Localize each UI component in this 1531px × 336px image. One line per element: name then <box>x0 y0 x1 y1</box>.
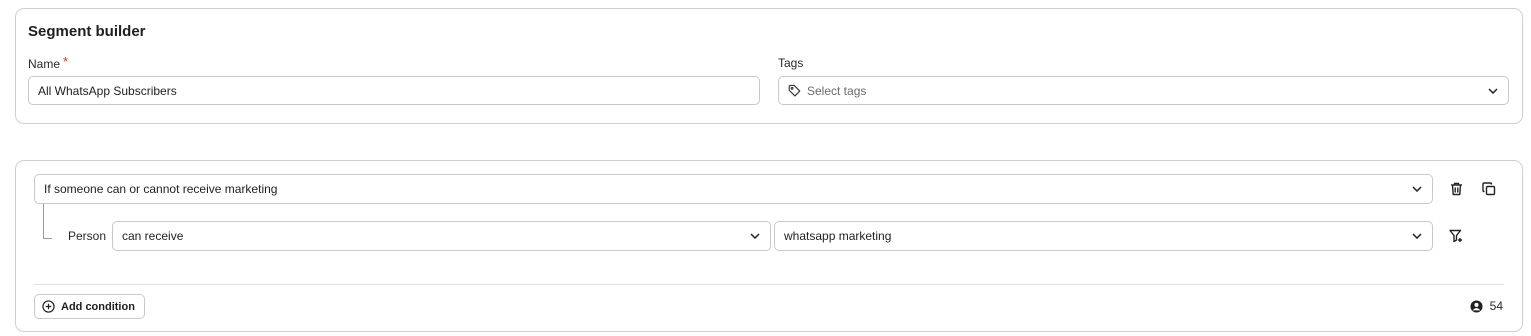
trash-icon <box>1450 182 1463 196</box>
delete-condition-button[interactable] <box>1445 178 1467 200</box>
name-label-wrap: Name * <box>28 54 69 71</box>
name-input-value: All WhatsApp Subscribers <box>38 83 177 98</box>
chevron-down-icon <box>750 231 760 241</box>
filter-add-icon <box>1449 229 1463 243</box>
user-circle-icon <box>1470 299 1490 313</box>
channel-select[interactable]: whatsapp marketing <box>774 221 1433 251</box>
tags-placeholder: Select tags <box>807 83 867 98</box>
chevron-down-icon <box>1488 86 1498 96</box>
plus-circle-icon <box>42 300 61 313</box>
operator-select[interactable]: can receive <box>112 221 771 251</box>
copy-icon <box>1482 182 1496 196</box>
name-label: Name <box>28 57 61 71</box>
name-input[interactable]: All WhatsApp Subscribers <box>28 76 760 105</box>
channel-value: whatsapp marketing <box>784 229 892 243</box>
page-title: Segment builder <box>28 23 146 40</box>
chevron-down-icon <box>1412 184 1422 194</box>
conditions-card: If someone can or cannot receive marketi… <box>15 160 1523 332</box>
required-mark: * <box>63 54 69 69</box>
tag-icon <box>788 84 801 97</box>
condition-type-select[interactable]: If someone can or cannot receive marketi… <box>34 174 1433 204</box>
chevron-down-icon <box>1412 231 1422 241</box>
add-condition-button[interactable]: Add condition <box>34 294 145 319</box>
tree-connector <box>43 204 52 239</box>
add-filter-button[interactable] <box>1445 225 1467 247</box>
add-condition-label: Add condition <box>61 300 135 313</box>
tags-select[interactable]: Select tags <box>778 76 1509 105</box>
tags-label: Tags <box>778 56 804 70</box>
divider <box>34 284 1504 285</box>
segment-builder-card: Segment builder Name * All WhatsApp Subsc… <box>15 8 1523 124</box>
duplicate-condition-button[interactable] <box>1478 178 1500 200</box>
member-count: 54 <box>1470 299 1503 313</box>
subject-label: Person <box>68 229 107 243</box>
operator-value: can receive <box>122 229 184 243</box>
condition-type-value: If someone can or cannot receive marketi… <box>44 182 278 196</box>
member-count-value: 54 <box>1489 299 1503 313</box>
